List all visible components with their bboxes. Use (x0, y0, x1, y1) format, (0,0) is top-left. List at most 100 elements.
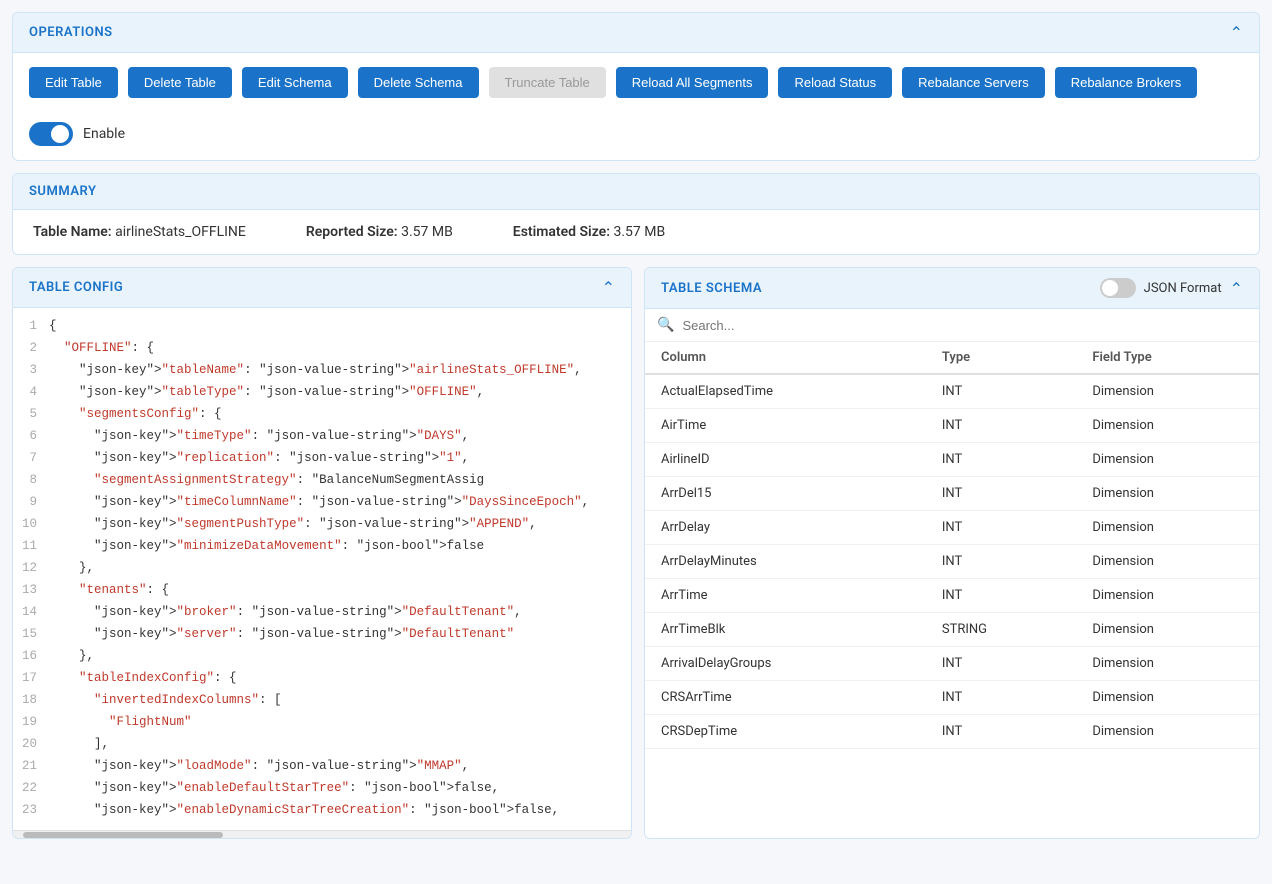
line-content-21: "json-key">"loadMode": "json-value-strin… (49, 756, 469, 778)
table-schema-panel: TABLE SCHEMA JSON Format ⌃ 🔍 Colum (644, 267, 1260, 839)
line-content-8: "segmentAssignmentStrategy": "BalanceNum… (49, 470, 484, 492)
line-content-1: { (49, 316, 57, 338)
line-content-7: "json-key">"replication": "json-value-st… (49, 448, 469, 470)
truncate-table-button: Truncate Table (489, 67, 606, 98)
code-line-20: 20 ], (13, 734, 631, 756)
line-content-6: "json-key">"timeType": "json-value-strin… (49, 426, 469, 448)
code-line-13: 13 "tenants": { (13, 580, 631, 602)
schema-search-bar[interactable]: 🔍 (645, 309, 1259, 342)
cell-column-7: ArrTimeBlk (645, 613, 926, 647)
reported-size-label: Reported Size: (306, 224, 398, 240)
line-number-14: 14 (13, 602, 49, 624)
table-row: ArrTimeBlkSTRINGDimension (645, 613, 1259, 647)
edit-table-button[interactable]: Edit Table (29, 67, 118, 98)
json-format-toggle[interactable] (1100, 278, 1136, 298)
reload-all-segments-button[interactable]: Reload All Segments (616, 67, 769, 98)
line-number-17: 17 (13, 668, 49, 690)
code-line-15: 15 "json-key">"server": "json-value-stri… (13, 624, 631, 646)
line-number-23: 23 (13, 800, 49, 822)
line-number-16: 16 (13, 646, 49, 668)
table-name-item: Table Name: airlineStats_OFFLINE (33, 224, 246, 240)
table-row: AirlineIDINTDimension (645, 443, 1259, 477)
line-number-11: 11 (13, 536, 49, 558)
summary-title: SUMMARY (29, 184, 96, 199)
col-header-field-type: Field Type (1076, 342, 1259, 374)
table-row: ArrTimeINTDimension (645, 579, 1259, 613)
cell-column-1: AirTime (645, 409, 926, 443)
table-row: ArrivalDelayGroupsINTDimension (645, 647, 1259, 681)
line-number-18: 18 (13, 690, 49, 712)
reported-size-item: Reported Size: 3.57 MB (306, 224, 453, 240)
line-number-20: 20 (13, 734, 49, 756)
delete-schema-button[interactable]: Delete Schema (358, 67, 479, 98)
rebalance-brokers-button[interactable]: Rebalance Brokers (1055, 67, 1198, 98)
cell-field_type-9: Dimension (1076, 681, 1259, 715)
cell-field_type-6: Dimension (1076, 579, 1259, 613)
schema-scroll-area[interactable]: Column Type Field Type ActualElapsedTime… (645, 342, 1259, 838)
line-content-3: "json-key">"tableName": "json-value-stri… (49, 360, 582, 382)
cell-column-0: ActualElapsedTime (645, 374, 926, 409)
line-content-15: "json-key">"server": "json-value-string"… (49, 624, 514, 646)
line-number-21: 21 (13, 756, 49, 778)
col-header-type: Type (926, 342, 1076, 374)
enable-toggle[interactable] (29, 122, 73, 146)
cell-type-0: INT (926, 374, 1076, 409)
line-number-15: 15 (13, 624, 49, 646)
rebalance-servers-button[interactable]: Rebalance Servers (902, 67, 1045, 98)
schema-table-body: ActualElapsedTimeINTDimensionAirTimeINTD… (645, 374, 1259, 749)
collapse-icon[interactable]: ⌃ (1230, 23, 1243, 42)
schema-header-right: JSON Format ⌃ (1100, 278, 1243, 298)
summary-panel: SUMMARY Table Name: airlineStats_OFFLINE… (12, 173, 1260, 255)
cell-field_type-0: Dimension (1076, 374, 1259, 409)
operations-title: OPERATIONS (29, 25, 113, 40)
line-number-22: 22 (13, 778, 49, 800)
cell-column-4: ArrDelay (645, 511, 926, 545)
schema-table-header-row: Column Type Field Type (645, 342, 1259, 374)
line-number-3: 3 (13, 360, 49, 382)
cell-type-1: INT (926, 409, 1076, 443)
line-content-17: "tableIndexConfig": { (49, 668, 237, 690)
code-line-3: 3 "json-key">"tableName": "json-value-st… (13, 360, 631, 382)
code-line-17: 17 "tableIndexConfig": { (13, 668, 631, 690)
code-line-2: 2 "OFFLINE": { (13, 338, 631, 360)
cell-type-10: INT (926, 715, 1076, 749)
reported-size-value: 3.57 MB (401, 224, 453, 240)
code-line-6: 6 "json-key">"timeType": "json-value-str… (13, 426, 631, 448)
line-number-1: 1 (13, 316, 49, 338)
summary-header: SUMMARY (13, 174, 1259, 210)
table-row: AirTimeINTDimension (645, 409, 1259, 443)
line-number-10: 10 (13, 514, 49, 536)
summary-content: Table Name: airlineStats_OFFLINE Reporte… (13, 210, 1259, 254)
table-name-label: Table Name: (33, 224, 112, 240)
code-line-19: 19 "FlightNum" (13, 712, 631, 734)
line-number-2: 2 (13, 338, 49, 360)
table-row: CRSDepTimeINTDimension (645, 715, 1259, 749)
horizontal-scrollbar[interactable] (13, 830, 631, 838)
operations-buttons-row: Edit Table Delete Table Edit Schema Delete … (13, 53, 1259, 112)
table-row: ArrDelayMinutesINTDimension (645, 545, 1259, 579)
cell-type-7: STRING (926, 613, 1076, 647)
table-name-value: airlineStats_OFFLINE (115, 224, 246, 240)
search-input[interactable] (682, 318, 1247, 333)
code-line-10: 10 "json-key">"segmentPushType": "json-v… (13, 514, 631, 536)
code-area[interactable]: 1{2 "OFFLINE": {3 "json-key">"tableName"… (13, 308, 631, 830)
line-content-19: "FlightNum" (49, 712, 192, 734)
col-header-column: Column (645, 342, 926, 374)
bottom-row: TABLE CONFIG ⌃ 1{2 "OFFLINE": {3 "json-k… (12, 267, 1260, 839)
cell-type-6: INT (926, 579, 1076, 613)
code-line-18: 18 "invertedIndexColumns": [ (13, 690, 631, 712)
schema-table: Column Type Field Type ActualElapsedTime… (645, 342, 1259, 749)
delete-table-button[interactable]: Delete Table (128, 67, 232, 98)
operations-panel: OPERATIONS ⌃ Edit TableDelete TableEdit … (12, 12, 1260, 161)
table-row: ArrDelayINTDimension (645, 511, 1259, 545)
edit-schema-button[interactable]: Edit Schema (242, 67, 348, 98)
schema-title: TABLE SCHEMA (661, 281, 762, 296)
cell-field_type-10: Dimension (1076, 715, 1259, 749)
schema-header: TABLE SCHEMA JSON Format ⌃ (645, 268, 1259, 309)
reload-status-button[interactable]: Reload Status (778, 67, 892, 98)
line-content-10: "json-key">"segmentPushType": "json-valu… (49, 514, 537, 536)
schema-collapse-icon[interactable]: ⌃ (1230, 279, 1243, 298)
cell-column-2: AirlineID (645, 443, 926, 477)
estimated-size-value: 3.57 MB (614, 224, 666, 240)
table-config-collapse-icon[interactable]: ⌃ (602, 278, 615, 297)
